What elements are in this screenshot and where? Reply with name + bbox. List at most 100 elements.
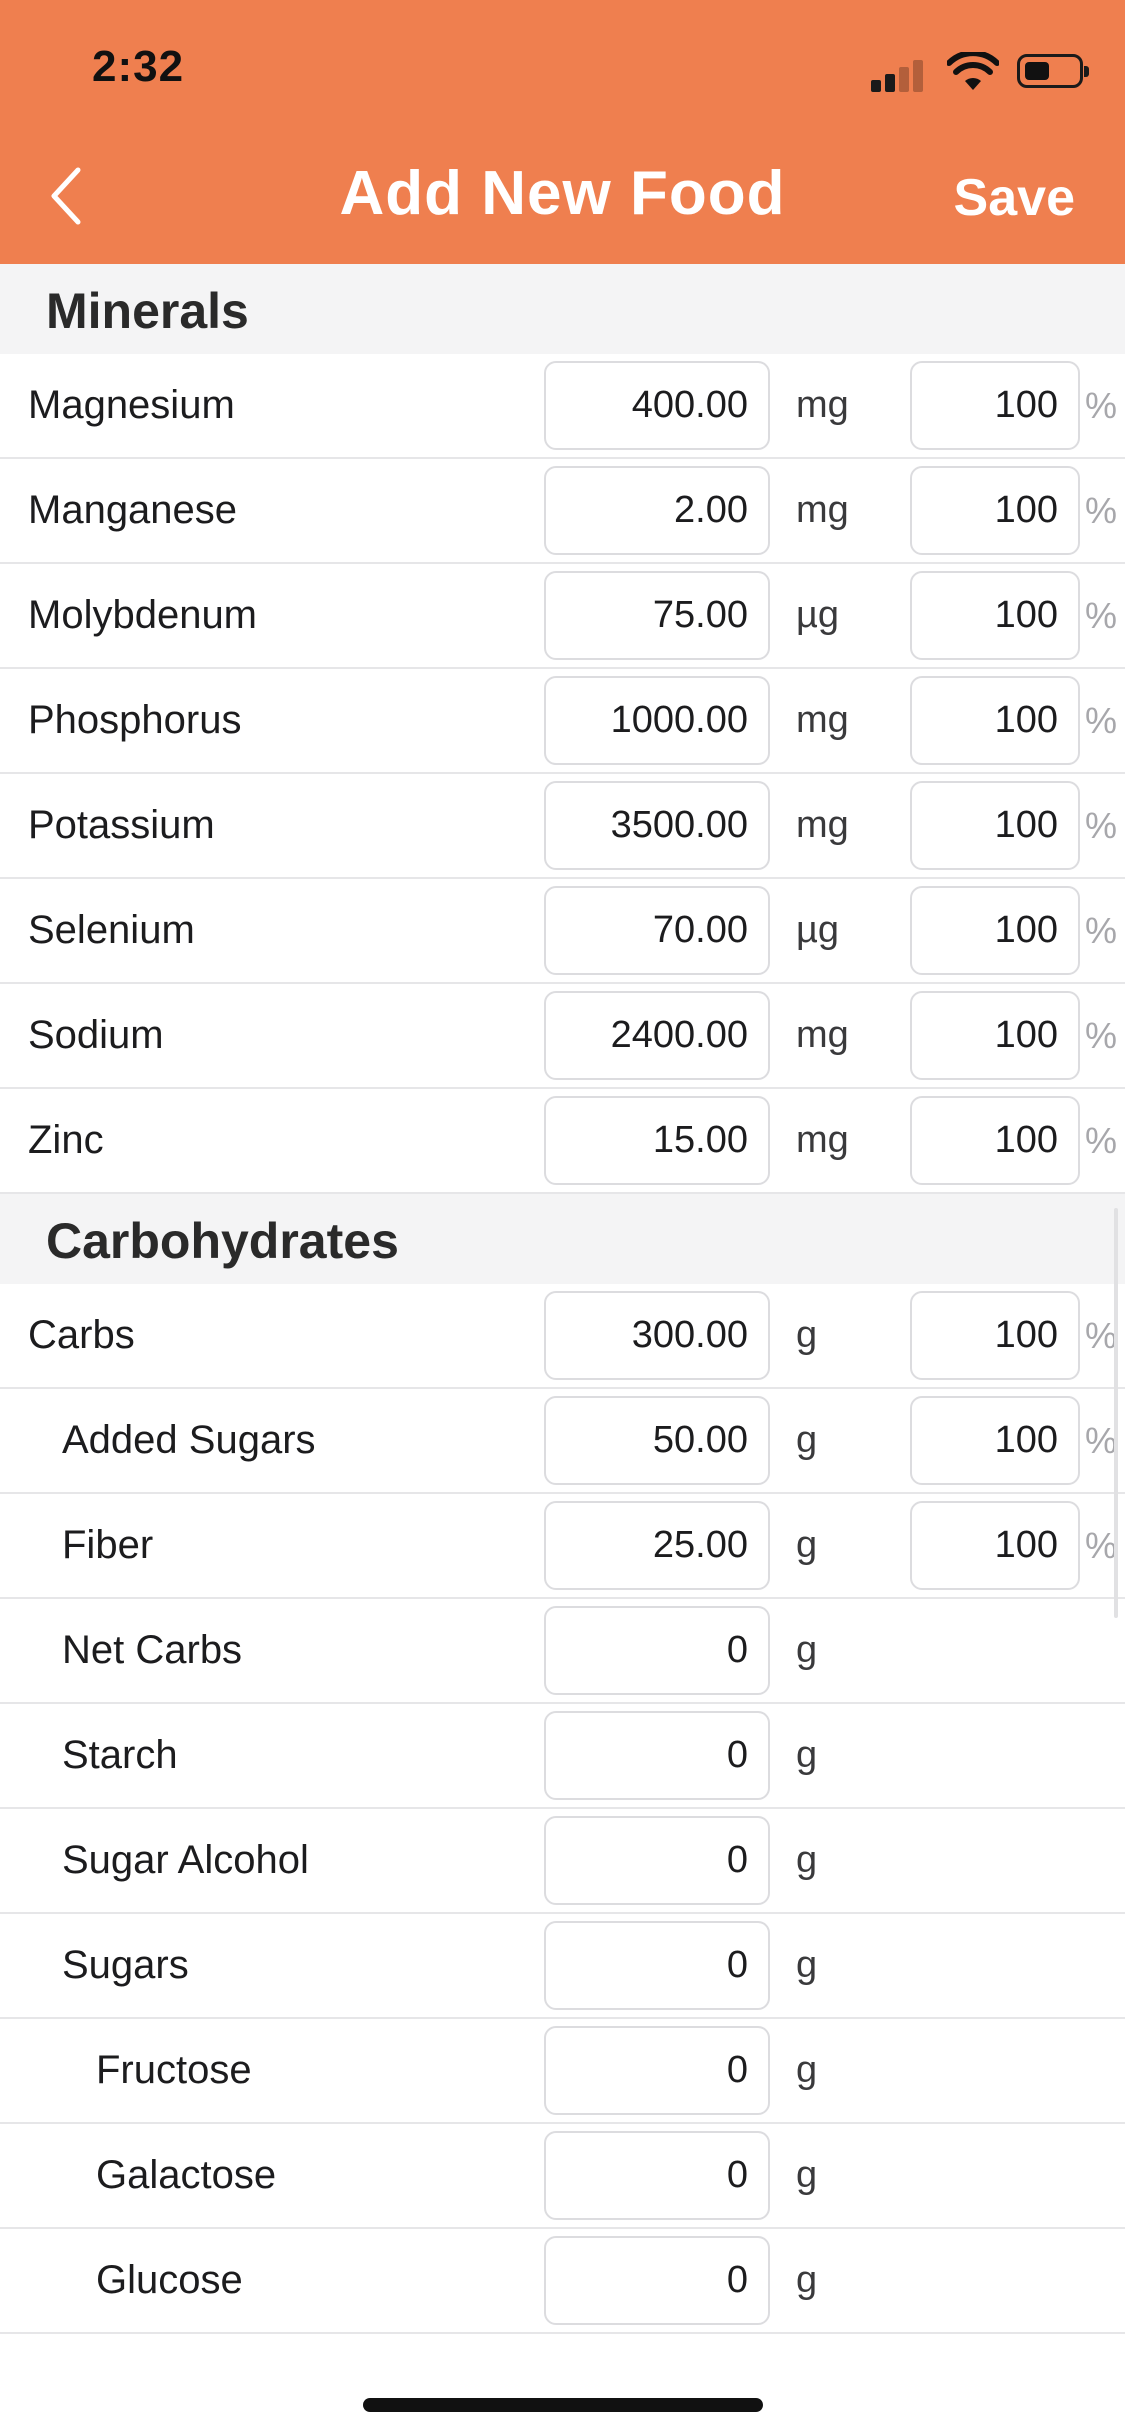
percent-input[interactable]: 100	[910, 781, 1080, 870]
amount-input[interactable]: 75.00	[544, 571, 770, 660]
unit-label: g	[796, 2259, 818, 2301]
amount-input[interactable]: 2.00	[544, 466, 770, 555]
scroll-indicator[interactable]	[1114, 1208, 1118, 1618]
unit-label: mg	[796, 804, 849, 846]
section-header-carbohydrates: Carbohydrates	[0, 1194, 1125, 1284]
nutrient-row-fructose: Fructose 0 g	[0, 2019, 1125, 2124]
percent-sign: %	[1085, 1525, 1118, 1566]
unit-label: g	[796, 2154, 818, 2196]
nutrient-label: Sugar Alcohol	[62, 1838, 309, 1882]
nutrient-label: Glucose	[96, 2258, 243, 2302]
unit-label: g	[796, 2049, 818, 2091]
nutrient-row-carbs: Carbs 300.00 g 100 %	[0, 1284, 1125, 1389]
status-icons	[871, 52, 1089, 92]
section-title: Carbohydrates	[46, 1213, 399, 1269]
unit-label: µg	[796, 909, 840, 951]
nutrient-label: Galactose	[96, 2153, 277, 2197]
amount-input[interactable]: 70.00	[544, 886, 770, 975]
unit-label: mg	[796, 699, 849, 741]
percent-input[interactable]: 100	[910, 1501, 1080, 1590]
save-button[interactable]: Save	[954, 168, 1075, 228]
nutrient-label: Molybdenum	[28, 593, 258, 637]
percent-input[interactable]: 100	[910, 1396, 1080, 1485]
nutrient-row-glucose: Glucose 0 g	[0, 2229, 1125, 2334]
nutrient-label: Magnesium	[28, 383, 235, 427]
amount-input[interactable]: 0	[544, 2131, 770, 2220]
amount-input[interactable]: 15.00	[544, 1096, 770, 1185]
amount-input[interactable]: 0	[544, 2236, 770, 2325]
nav-header: 2:32 Add New Food Save	[0, 0, 1125, 264]
nutrient-row-sugars: Sugars 0 g	[0, 1914, 1125, 2019]
nutrient-label: Added Sugars	[62, 1418, 316, 1462]
signal-bar-4	[913, 60, 923, 92]
amount-input[interactable]: 400.00	[544, 361, 770, 450]
percent-input[interactable]: 100	[910, 991, 1080, 1080]
status-time: 2:32	[92, 42, 185, 91]
nutrient-label: Selenium	[28, 908, 195, 952]
unit-label: mg	[796, 1014, 849, 1056]
amount-input[interactable]: 0	[544, 1711, 770, 1800]
percent-sign: %	[1085, 1420, 1118, 1461]
amount-input[interactable]: 2400.00	[544, 991, 770, 1080]
nutrient-label: Zinc	[28, 1118, 104, 1162]
home-indicator[interactable]	[363, 2398, 763, 2412]
unit-label: g	[796, 1524, 818, 1566]
percent-sign: %	[1085, 1120, 1118, 1161]
amount-input[interactable]: 1000.00	[544, 676, 770, 765]
unit-label: mg	[796, 489, 849, 531]
amount-input[interactable]: 25.00	[544, 1501, 770, 1590]
unit-label: µg	[796, 594, 840, 636]
section-header-minerals: Minerals	[0, 264, 1125, 354]
percent-input[interactable]: 100	[910, 1291, 1080, 1380]
amount-input[interactable]: 0	[544, 1921, 770, 2010]
percent-input[interactable]: 100	[910, 361, 1080, 450]
nutrient-label: Phosphorus	[28, 698, 242, 742]
unit-label: g	[796, 1629, 818, 1671]
amount-input[interactable]: 0	[544, 2026, 770, 2115]
nutrient-row-fiber: Fiber 25.00 g 100 %	[0, 1494, 1125, 1599]
nutrient-row-galactose: Galactose 0 g	[0, 2124, 1125, 2229]
nutrient-label: Net Carbs	[62, 1628, 243, 1672]
unit-label: mg	[796, 384, 849, 426]
nutrient-label: Manganese	[28, 488, 238, 532]
percent-input[interactable]: 100	[910, 1096, 1080, 1185]
percent-input[interactable]: 100	[910, 571, 1080, 660]
percent-sign: %	[1085, 700, 1118, 741]
wifi-icon	[947, 52, 999, 90]
nutrient-label: Sugars	[62, 1943, 189, 1987]
signal-bar-1	[871, 80, 881, 92]
percent-sign: %	[1085, 910, 1118, 951]
nutrient-row-manganese: Manganese 2.00 mg 100 %	[0, 459, 1125, 564]
amount-input[interactable]: 50.00	[544, 1396, 770, 1485]
unit-label: g	[796, 1839, 818, 1881]
percent-sign: %	[1085, 385, 1118, 426]
unit-label: g	[796, 1419, 818, 1461]
amount-input[interactable]: 3500.00	[544, 781, 770, 870]
nutrient-label: Potassium	[28, 803, 215, 847]
percent-sign: %	[1085, 595, 1118, 636]
section-title: Minerals	[46, 283, 249, 339]
nutrient-row-sugar-alcohol: Sugar Alcohol 0 g	[0, 1809, 1125, 1914]
amount-input[interactable]: 0	[544, 1606, 770, 1695]
amount-input[interactable]: 300.00	[544, 1291, 770, 1380]
nutrient-row-potassium: Potassium 3500.00 mg 100 %	[0, 774, 1125, 879]
unit-label: g	[796, 1314, 818, 1356]
percent-sign: %	[1085, 1315, 1118, 1356]
percent-sign: %	[1085, 805, 1118, 846]
percent-input[interactable]: 100	[910, 676, 1080, 765]
nutrient-row-magnesium: Magnesium 400.00 mg 100 %	[0, 354, 1125, 459]
amount-input[interactable]: 0	[544, 1816, 770, 1905]
nutrient-label: Sodium	[28, 1013, 164, 1057]
nutrient-row-molybdenum: Molybdenum 75.00 µg 100 %	[0, 564, 1125, 669]
percent-input[interactable]: 100	[910, 886, 1080, 975]
signal-bar-3	[899, 67, 909, 92]
nutrient-row-phosphorus: Phosphorus 1000.00 mg 100 %	[0, 669, 1125, 774]
nutrient-row-selenium: Selenium 70.00 µg 100 %	[0, 879, 1125, 984]
nutrient-row-sodium: Sodium 2400.00 mg 100 %	[0, 984, 1125, 1089]
nutrient-label: Carbs	[28, 1313, 135, 1357]
percent-sign: %	[1085, 1015, 1118, 1056]
percent-input[interactable]: 100	[910, 466, 1080, 555]
nutrient-row-zinc: Zinc 15.00 mg 100 %	[0, 1089, 1125, 1194]
signal-bar-2	[885, 74, 895, 92]
unit-label: g	[796, 1734, 818, 1776]
